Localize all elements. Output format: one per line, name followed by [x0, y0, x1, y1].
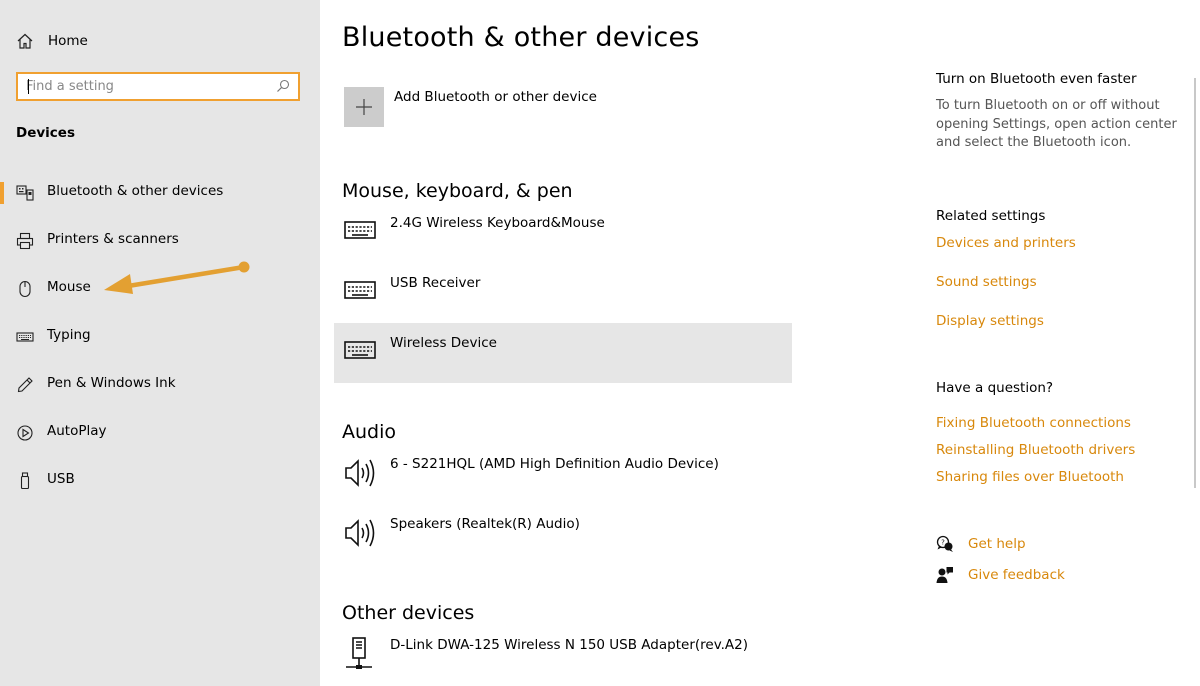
keyboard-icon — [344, 341, 376, 359]
group-title-audio: Audio — [342, 421, 397, 443]
question-title: Have a question? — [936, 380, 1054, 396]
sidebar-item-label: Mouse — [47, 279, 91, 295]
sidebar-item-autoplay[interactable]: AutoPlay — [0, 412, 320, 452]
sidebar-item-label: Printers & scanners — [47, 231, 179, 247]
device-name: D-Link DWA-125 Wireless N 150 USB Adapte… — [390, 637, 749, 653]
printer-icon — [16, 232, 34, 250]
home-link[interactable]: Home — [16, 30, 88, 52]
home-icon — [17, 33, 33, 49]
feedback-person-icon — [936, 567, 953, 583]
svg-text:?: ? — [941, 539, 945, 547]
sidebar-item-label: Bluetooth & other devices — [47, 183, 224, 199]
section-title: Devices — [16, 125, 75, 141]
speaker-icon — [345, 459, 375, 487]
home-label: Home — [48, 33, 88, 49]
device-item[interactable]: Speakers (Realtek(R) Audio) — [334, 504, 792, 564]
sidebar-item-usb[interactable]: USB — [0, 460, 320, 500]
link-fixing-bluetooth[interactable]: Fixing Bluetooth connections — [936, 415, 1131, 431]
annotation-arrow-icon — [104, 261, 250, 294]
text-caret — [28, 79, 29, 94]
link-devices-and-printers[interactable]: Devices and printers — [936, 235, 1076, 251]
search-icon[interactable] — [276, 79, 290, 93]
device-item[interactable]: D-Link DWA-125 Wireless N 150 USB Adapte… — [334, 625, 792, 685]
speaker-icon — [345, 519, 375, 547]
sidebar-item-label: Pen & Windows Ink — [47, 375, 176, 391]
mouse-icon — [19, 280, 31, 298]
link-display-settings[interactable]: Display settings — [936, 313, 1044, 329]
keyboard-icon — [344, 281, 376, 299]
search-input[interactable] — [26, 79, 266, 94]
search-box[interactable] — [16, 72, 300, 101]
usb-icon — [20, 472, 30, 490]
sidebar-item-label: USB — [47, 471, 75, 487]
sidebar-item-bluetooth[interactable]: Bluetooth & other devices — [0, 172, 320, 212]
tip-text: To turn Bluetooth on or off without open… — [936, 98, 1177, 150]
keyboard-icon — [16, 332, 34, 342]
sidebar-item-typing[interactable]: Typing — [0, 316, 320, 356]
link-reinstalling-drivers[interactable]: Reinstalling Bluetooth drivers — [936, 442, 1135, 458]
page-title: Bluetooth & other devices — [342, 22, 700, 53]
keyboard-icon — [344, 221, 376, 239]
sidebar: Home Devices Bluetooth & other devices P… — [0, 0, 320, 686]
add-device-label[interactable]: Add Bluetooth or other device — [394, 89, 597, 105]
device-item[interactable]: 6 - S221HQL (AMD High Definition Audio D… — [334, 444, 792, 504]
sidebar-item-printers[interactable]: Printers & scanners — [0, 220, 320, 260]
sidebar-item-label: AutoPlay — [47, 423, 107, 439]
device-name: Speakers (Realtek(R) Audio) — [390, 516, 580, 532]
device-name: USB Receiver — [390, 275, 481, 291]
get-help-label: Get help — [968, 536, 1026, 552]
scrollbar[interactable] — [1194, 78, 1196, 488]
add-device-button[interactable] — [344, 87, 384, 127]
related-settings-title: Related settings — [936, 208, 1046, 224]
network-adapter-icon — [346, 637, 372, 669]
plus-icon — [356, 99, 372, 115]
group-title-other-devices: Other devices — [342, 602, 475, 624]
sidebar-item-pen[interactable]: Pen & Windows Ink — [0, 364, 320, 404]
device-item[interactable]: 2.4G Wireless Keyboard&Mouse — [334, 203, 792, 263]
pen-icon — [17, 377, 33, 393]
autoplay-icon — [17, 425, 33, 441]
group-title-mouse-keyboard-pen: Mouse, keyboard, & pen — [342, 180, 573, 202]
device-name: Wireless Device — [390, 335, 497, 351]
bluetooth-devices-icon — [16, 185, 34, 201]
device-item-selected[interactable]: Wireless Device — [334, 323, 792, 383]
device-name: 6 - S221HQL (AMD High Definition Audio D… — [390, 456, 719, 472]
sidebar-item-label: Typing — [47, 327, 91, 343]
main-content: Bluetooth & other devices Add Bluetooth … — [320, 0, 920, 686]
give-feedback-label: Give feedback — [968, 567, 1065, 583]
chat-help-icon: ? — [936, 535, 953, 552]
link-sound-settings[interactable]: Sound settings — [936, 274, 1037, 290]
device-item[interactable]: USB Receiver — [334, 263, 792, 323]
tip-title: Turn on Bluetooth even faster — [936, 71, 1137, 87]
device-name: 2.4G Wireless Keyboard&Mouse — [390, 215, 605, 231]
link-sharing-files[interactable]: Sharing files over Bluetooth — [936, 469, 1124, 485]
